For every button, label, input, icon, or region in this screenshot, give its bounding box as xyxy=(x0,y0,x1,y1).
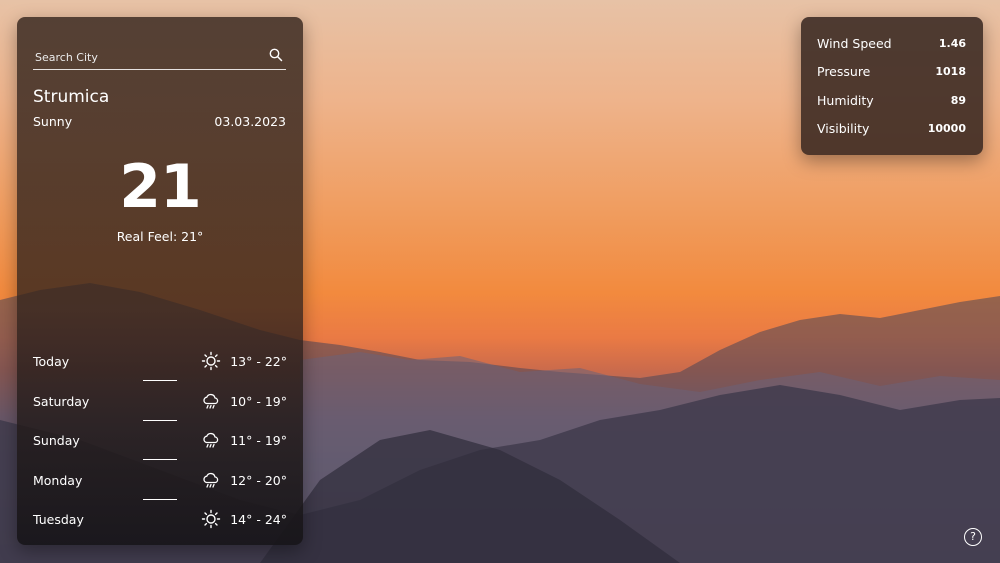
detail-label: Visibility xyxy=(817,121,870,136)
forecast-item: Today 13° - 22° xyxy=(33,345,287,385)
details-panel: Wind Speed 1.46 Pressure 1018 Humidity 8… xyxy=(801,17,983,155)
search-icon[interactable] xyxy=(268,47,284,63)
detail-humidity: Humidity 89 xyxy=(817,93,966,113)
search-bar xyxy=(33,33,286,70)
forecast-day: Sunday xyxy=(33,433,80,448)
sun-icon xyxy=(201,509,221,529)
current-date: 03.03.2023 xyxy=(214,114,286,129)
help-icon[interactable]: ? xyxy=(964,528,982,546)
forecast-item: Sunday 11° - 19° xyxy=(33,424,287,464)
weather-condition: Sunny xyxy=(33,114,73,129)
divider xyxy=(143,459,177,460)
real-feel: Real Feel: 21° xyxy=(116,229,204,244)
forecast-item: Tuesday 14° - 24° xyxy=(33,503,287,543)
detail-label: Wind Speed xyxy=(817,36,892,51)
forecast-day: Tuesday xyxy=(33,512,84,527)
forecast-range: 14° - 24° xyxy=(230,512,287,527)
detail-value: 1.46 xyxy=(938,37,966,50)
rain-icon xyxy=(201,430,221,450)
forecast-range: 10° - 19° xyxy=(230,393,287,409)
current-temperature: 21 xyxy=(119,152,202,222)
detail-label: Pressure xyxy=(817,64,871,79)
detail-pressure: Pressure 1018 xyxy=(817,64,966,84)
detail-value: 1018 xyxy=(935,65,966,78)
divider xyxy=(143,419,177,421)
rain-icon xyxy=(201,470,221,490)
forecast-range: 12° - 20° xyxy=(230,472,287,488)
divider xyxy=(143,380,177,381)
search-input[interactable] xyxy=(33,45,262,69)
forecast-item: Saturday 10° - 19° xyxy=(33,385,287,425)
detail-label: Humidity xyxy=(817,93,874,108)
divider xyxy=(143,498,177,500)
forecast-range: 11° - 19° xyxy=(230,433,287,448)
forecast-item: Monday 12° - 20° xyxy=(33,464,287,504)
rain-icon xyxy=(201,391,221,411)
detail-wind-speed: Wind Speed 1.46 xyxy=(817,36,966,56)
forecast-day: Today xyxy=(33,354,70,369)
city-name: Strumica xyxy=(33,87,110,107)
weather-panel: Strumica Sunny 03.03.2023 21 Real Feel: … xyxy=(17,17,303,545)
detail-visibility: Visibility 10000 xyxy=(817,121,966,141)
forecast-day: Monday xyxy=(33,472,83,488)
forecast-list: Today 13° - 22° Saturday 10° - 19° Sunda… xyxy=(33,345,287,543)
detail-value: 10000 xyxy=(927,122,966,135)
forecast-day: Saturday xyxy=(33,393,90,409)
sun-icon xyxy=(201,351,221,371)
forecast-range: 13° - 22° xyxy=(230,354,287,369)
detail-value: 89 xyxy=(950,94,966,107)
